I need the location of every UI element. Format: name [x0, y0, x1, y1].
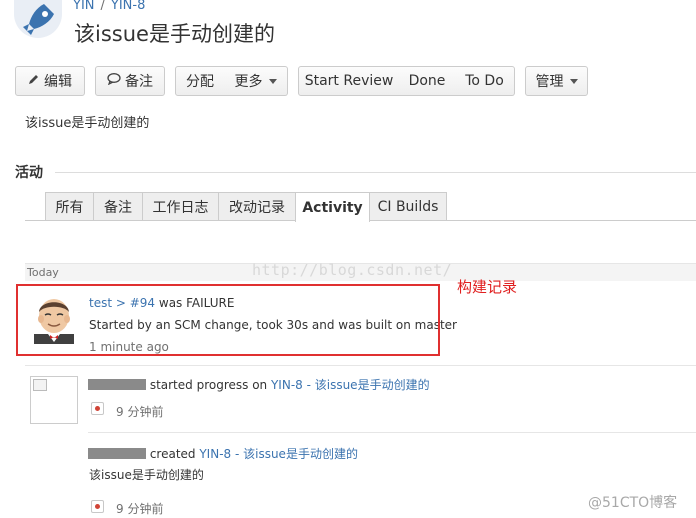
tab-all[interactable]: 所有: [45, 192, 94, 221]
redacted-username: [88, 379, 146, 390]
admin-button-label: 管理: [535, 74, 564, 90]
site-watermark: @51CTO博客: [588, 495, 678, 511]
created-entry-body: 该issue是手动创建的: [89, 468, 204, 482]
assign-button-label: 分配: [186, 74, 214, 90]
progress-issue-link[interactable]: YIN-8 - 该issue是手动创建的: [271, 378, 430, 392]
more-dropdown-button[interactable]: 更多: [224, 66, 288, 96]
edit-button-label: 编辑: [44, 74, 72, 90]
breadcrumb-project-link[interactable]: YIN: [73, 0, 95, 13]
assign-button[interactable]: 分配: [175, 66, 225, 96]
row-divider: [25, 365, 696, 366]
page-title: 该issue是手动创建的: [74, 22, 275, 46]
progress-action-text: started progress on: [146, 378, 271, 392]
row-divider: [88, 432, 696, 433]
status-icon: [91, 500, 104, 513]
progress-entry-title: started progress on YIN-8 - 该issue是手动创建的: [88, 376, 430, 393]
done-label: Done: [408, 73, 446, 89]
start-review-button[interactable]: Start Review: [298, 66, 400, 96]
tab-comments[interactable]: 备注: [93, 192, 143, 221]
more-button-label: 更多: [234, 74, 263, 90]
tab-worklog[interactable]: 工作日志: [142, 192, 219, 221]
date-group-label: Today: [27, 266, 59, 279]
todo-label: To Do: [465, 73, 504, 89]
breadcrumb-separator: /: [100, 0, 105, 13]
start-review-label: Start Review: [304, 73, 394, 89]
broken-image-icon: [33, 379, 47, 391]
edit-button[interactable]: 编辑: [15, 66, 85, 96]
tab-ci-builds[interactable]: CI Builds: [369, 192, 447, 221]
done-button[interactable]: Done: [399, 66, 456, 96]
breadcrumb: YIN / YIN-8: [73, 0, 145, 13]
blog-url-watermark: http://blog.csdn.net/: [252, 261, 453, 279]
todo-button[interactable]: To Do: [455, 66, 515, 96]
comment-button[interactable]: 备注: [95, 66, 165, 96]
tab-activity[interactable]: Activity: [295, 192, 370, 222]
created-entry-title: created YIN-8 - 该issue是手动创建的: [88, 445, 358, 462]
comment-button-label: 备注: [125, 74, 153, 90]
created-entry-time: 9 分钟前: [116, 502, 164, 516]
build-record-annotation: 构建记录: [457, 278, 518, 296]
chevron-down-icon: [569, 78, 578, 84]
chevron-down-icon: [268, 78, 277, 84]
admin-dropdown-button[interactable]: 管理: [525, 66, 588, 96]
created-issue-link[interactable]: YIN-8 - 该issue是手动创建的: [199, 447, 358, 461]
progress-entry-time: 9 分钟前: [116, 405, 164, 419]
section-divider: [55, 172, 696, 173]
issue-description: 该issue是手动创建的: [25, 116, 150, 131]
created-action-text: created: [146, 447, 200, 461]
status-icon: [91, 402, 104, 415]
build-record-highlight: [16, 284, 440, 356]
breadcrumb-issue-link[interactable]: YIN-8: [111, 0, 145, 13]
activity-section-title: 活动: [15, 165, 43, 181]
speech-bubble-icon: [107, 73, 121, 89]
user-avatar: [30, 376, 78, 424]
tab-history[interactable]: 改动记录: [218, 192, 296, 221]
redacted-username: [88, 448, 146, 459]
project-avatar-icon[interactable]: [14, 0, 62, 38]
pencil-icon: [28, 73, 40, 89]
